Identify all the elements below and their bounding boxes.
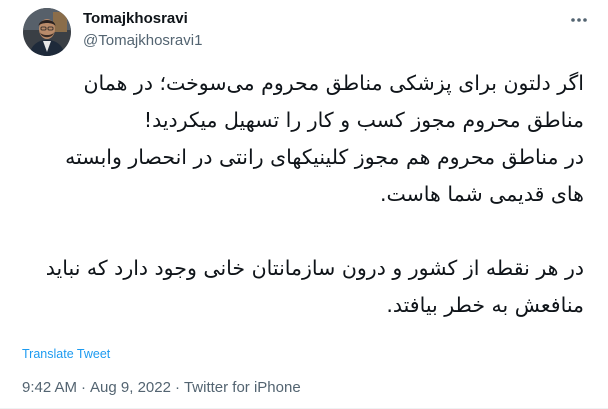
tweet-date[interactable]: Aug 9, 2022	[90, 379, 171, 396]
tweet-text-line: منافعش به خطر بیافتد.	[386, 293, 584, 317]
tweet-card: Tomajkhosravi @Tomajkhosravi1 اگر دلتون …	[0, 0, 608, 409]
tweet-meta: 9:42 AM · Aug 9, 2022 · Twitter for iPhone	[22, 378, 301, 398]
avatar[interactable]	[23, 8, 71, 56]
tweet-time[interactable]: 9:42 AM	[22, 379, 77, 396]
meta-separator: ·	[174, 379, 180, 396]
author-handle[interactable]: @Tomajkhosravi1	[83, 31, 202, 51]
tweet-source[interactable]: Twitter for iPhone	[184, 379, 301, 396]
meta-separator: ·	[81, 379, 87, 396]
tweet-text-line: در هر نقطه از کشور و درون سازمانتان خانی…	[45, 256, 584, 280]
tweet-text-line: اگر دلتون برای پزشکی مناطق محروم می‌سوخت…	[83, 71, 584, 95]
tweet-text-line: مناطق محروم مجوز کسب و کار را تسهیل میکر…	[143, 108, 584, 132]
avatar-image	[23, 8, 71, 56]
more-icon[interactable]	[567, 8, 591, 32]
translate-tweet-link[interactable]: Translate Tweet	[22, 346, 110, 362]
tweet-text-line: های قدیمی شما هاست.	[379, 182, 584, 206]
more-dots-glyph	[571, 18, 587, 22]
author-name[interactable]: Tomajkhosravi	[83, 9, 188, 29]
tweet-text: اگر دلتون برای پزشکی مناطق محروم می‌سوخت…	[20, 65, 584, 324]
tweet-text-line: در مناطق محروم هم مجوز کلینیکهای رانتی د…	[65, 145, 584, 169]
